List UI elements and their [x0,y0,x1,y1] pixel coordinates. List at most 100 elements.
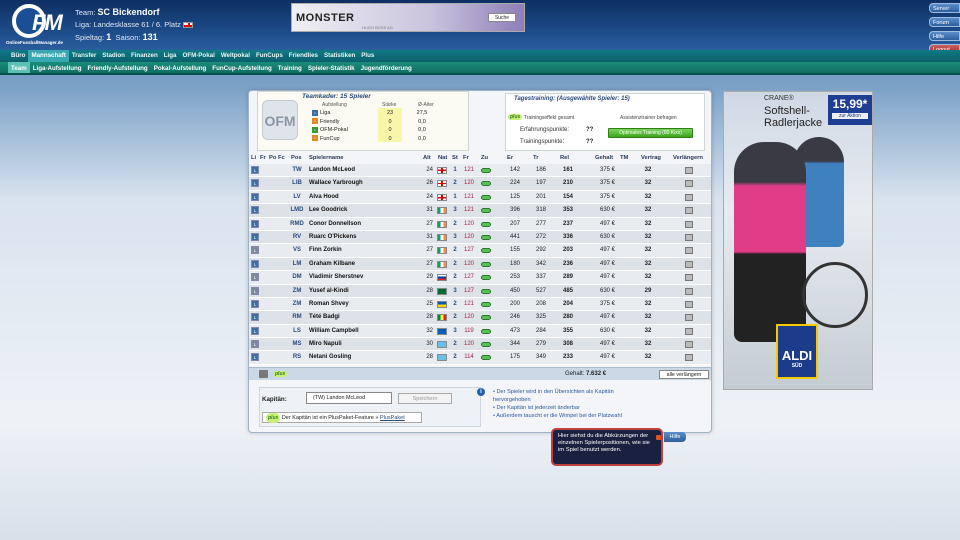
verlaengern-icon[interactable] [685,354,693,362]
ad-price[interactable]: 15,99* zur Aktion [828,95,872,125]
player-name[interactable]: Alva Hood [309,194,339,200]
player-name[interactable]: Graham Kilbane [309,261,355,267]
liga-checkbox[interactable]: L [251,299,259,308]
subnav-pokal-aufstellung[interactable]: Pokal-Aufstellung [151,62,210,73]
aufstellung-row[interactable]: • Friendly [312,118,340,126]
verlaengern-icon[interactable] [685,327,693,335]
player-name[interactable]: Tété Badgi [309,314,340,320]
subnav-team[interactable]: Team [8,62,30,73]
col-tm[interactable]: TM [620,155,628,161]
table-row[interactable]: L LM Graham Kilbane 27 2 120 180 342 236 497 € 32 [249,257,711,272]
subnav-friendly-aufstellung[interactable]: Friendly-Aufstellung [85,62,151,73]
nav-statistiken[interactable]: Statistiken [321,50,358,62]
player-name[interactable]: Miro Napuli [309,341,342,347]
aufstellung-row[interactable]: • FunCup [312,135,340,143]
col-vertrag[interactable]: Vertrag [641,155,661,161]
col-fr[interactable]: Fr [260,155,266,161]
col-nat[interactable]: Nat [438,155,447,161]
table-row[interactable]: L MS Miro Napuli 30 2 120 344 279 308 497 € 32 [249,338,711,352]
player-name[interactable]: Finn Zorkin [309,247,342,253]
verlaengern-icon[interactable] [685,287,693,295]
table-row[interactable]: L RM Tété Badgi 28 2 120 246 325 280 497 € 32 [249,311,711,325]
player-name[interactable]: Yusef al-Kindi [309,288,349,294]
liga-checkbox[interactable]: L [251,166,259,174]
player-name[interactable]: Landon McLeod [309,167,355,173]
verlaengern-icon[interactable] [685,207,693,215]
forum-button[interactable]: Forum [929,17,960,27]
liga-checkbox[interactable]: L [251,219,259,228]
table-row[interactable]: L TW Landon McLeod 24 1 121 142 186 161 375 € 32 [249,164,711,178]
table-row[interactable]: L ZM Yusef al-Kindi 28 3 127 450 527 485 630 € 29 [249,284,711,298]
liga-checkbox[interactable]: L [251,206,259,215]
liga-checkbox[interactable]: L [251,340,259,349]
server-button[interactable]: Server [929,3,960,13]
col-pos[interactable]: Pos [291,155,302,161]
verlaengern-icon[interactable] [685,220,693,228]
subnav-jugendförderung[interactable]: Jugendförderung [358,62,415,73]
col-li[interactable]: Li [251,155,256,161]
verlaengern-icon[interactable] [685,180,693,188]
nav-transfer[interactable]: Transfer [69,50,99,62]
close-icon[interactable] [656,435,661,440]
col-po[interactable]: Po [269,155,276,161]
col-zu[interactable]: Zu [481,155,488,161]
aufstellung-row[interactable]: • OFM-Pokal [312,126,348,134]
nav-büro[interactable]: Büro [8,50,28,62]
verlaengern-icon[interactable] [685,260,693,268]
verlaengern-icon[interactable] [685,247,693,255]
verlaengern-icon[interactable] [685,233,693,241]
nav-finanzen[interactable]: Finanzen [128,50,161,62]
col-er[interactable]: Er [507,155,513,161]
col-st[interactable]: St [452,155,458,161]
table-row[interactable]: L LIB Wallace Yarbrough 26 2 120 224 197 210 375 … [249,177,711,191]
player-name[interactable]: Conor Donnellson [309,221,361,227]
subnav-spieler-statistik[interactable]: Spieler-Statistik [305,62,358,73]
hilfe-button[interactable]: Hilfe [929,31,960,41]
player-name[interactable]: Ruarc O'Pickens [309,234,356,240]
table-row[interactable]: L VS Finn Zorkin 27 2 127 155 292 203 497 € 32 [249,244,711,258]
liga-checkbox[interactable]: L [251,246,259,255]
banner-search-button[interactable]: Suche [488,13,516,22]
nav-liga[interactable]: Liga [161,50,180,62]
ofm-logo[interactable]: FM OnlineFussballManager.de [6,4,68,46]
liga-checkbox[interactable]: L [251,353,259,362]
optimales-training-button[interactable]: Optimales Training (80 Kixx) [608,128,693,138]
liga-checkbox[interactable]: L [251,259,259,268]
nav-friendlies[interactable]: Friendlies [286,50,321,62]
nav-mannschaft[interactable]: Mannschaft [28,50,69,62]
col-tr[interactable]: Tr [533,155,538,161]
liga-checkbox[interactable]: L [251,192,259,201]
aldi-ad[interactable]: CRANE® Softshell- Radlerjacke 15,99* zur A… [723,91,873,390]
subnav-training[interactable]: Training [275,62,305,73]
nav-weltpokal[interactable]: Weltpokal [218,50,253,62]
verlaengern-icon[interactable] [685,314,693,322]
col-fc[interactable]: Fc [278,155,285,161]
liga-checkbox[interactable]: L [251,179,259,188]
table-row[interactable]: L ZM Roman Shvey 25 2 121 200 208 204 375 € 32 [249,297,711,312]
alle-verlaengern-button[interactable]: alle verlängern [659,370,709,379]
aufstellung-row[interactable]: • Liga [312,109,330,117]
table-row[interactable]: L RV Ruarc O'Pickens 31 3 120 441 272 336 630 € 32 [249,230,711,245]
table-row[interactable]: L RS Netani Gosling 28 2 114 175 349 233 497 € 32 [249,351,711,365]
table-row[interactable]: L LMD Lee Goodrick 31 3 121 396 318 353 630 € 32 [249,204,711,218]
player-name[interactable]: Netani Gosling [309,354,351,360]
nav-plus[interactable]: Plus [358,50,377,62]
col-rel[interactable]: Rel [560,155,569,161]
nav-funcups[interactable]: FunCups [253,50,286,62]
speichern-button[interactable]: Speichern [398,393,452,404]
table-row[interactable]: L DM Vladimir Sherstnev 29 2 127 253 337 289 497 … [249,271,711,285]
verlaengern-icon[interactable] [685,193,693,201]
banner-ad[interactable]: MONSTER HUGO BOSS AG Suche [291,3,525,32]
verlaengern-icon[interactable] [685,167,693,174]
col-spielername[interactable]: Spielername [309,155,343,161]
pluspaket-link[interactable]: PlusPaket [380,415,405,421]
subnav-funcup-aufstellung[interactable]: FunCup-Aufstellung [209,62,274,73]
verlaengern-icon[interactable] [685,274,693,282]
col-alt[interactable]: Alt [423,155,431,161]
team-name[interactable]: SC Bickendorf [98,7,160,17]
liga-checkbox[interactable]: L [251,286,259,295]
liga-checkbox[interactable]: L [251,313,259,322]
col-gehalt[interactable]: Gehalt [595,155,613,161]
verlaengern-icon[interactable] [685,300,693,308]
liga-checkbox[interactable]: L [251,273,259,282]
